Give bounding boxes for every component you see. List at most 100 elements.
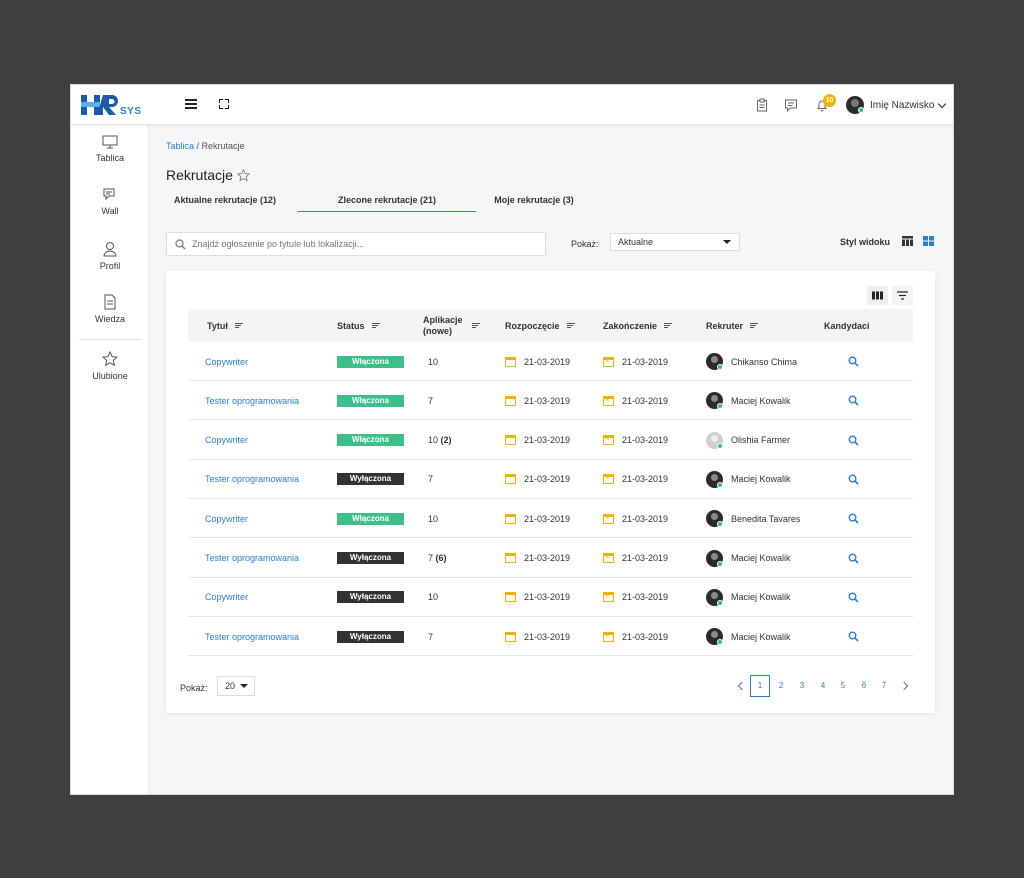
status-badge: Wyłączona — [337, 630, 404, 643]
job-title-link[interactable]: Tester oprogramowania — [205, 632, 299, 642]
cell-applications: 10 — [428, 578, 441, 617]
sort-icon — [664, 322, 673, 329]
table-row: Tester oprogramowania Włączona 7 21-03-201… — [188, 381, 913, 421]
calendar-icon — [505, 592, 516, 603]
online-status-dot — [717, 521, 723, 528]
search-candidates-icon[interactable] — [848, 592, 859, 603]
job-title-link[interactable]: Copywriter — [205, 435, 248, 445]
applications-count: 7 — [428, 553, 434, 563]
column-header-start[interactable]: Rozpoczęcie — [505, 309, 575, 342]
favorite-star-icon[interactable] — [236, 168, 250, 182]
search-box[interactable] — [166, 232, 546, 256]
applications-new: (6) — [435, 553, 447, 563]
tab-moje[interactable]: Moje rekrutacje (3) — [489, 192, 579, 212]
menu-toggle-icon[interactable] — [185, 99, 197, 109]
column-header-end[interactable]: Zakończenie — [603, 309, 673, 342]
column-label: Rozpoczęcie — [505, 320, 560, 331]
sidebar-item-profil[interactable]: Profil — [71, 241, 149, 271]
page-3[interactable]: 3 — [792, 675, 812, 697]
start-date: 21-03-2019 — [524, 553, 571, 563]
job-title-link[interactable]: Copywriter — [205, 357, 248, 367]
columns-button[interactable] — [867, 286, 888, 305]
column-header-title[interactable]: Tytuł — [207, 309, 243, 342]
page-7[interactable]: 7 — [874, 675, 894, 697]
page-2[interactable]: 2 — [771, 675, 791, 697]
search-candidates-icon[interactable] — [848, 513, 859, 524]
sort-icon — [566, 322, 575, 329]
cell-start: 21-03-2019 — [505, 539, 570, 578]
recruiter-name: Maciej Kowalik — [731, 553, 791, 563]
recruiter-name: Maciej Kowalik — [731, 592, 791, 603]
job-title-link[interactable]: Tester oprogramowania — [205, 553, 299, 563]
user-name: Imię Nazwisko — [870, 99, 935, 111]
job-title-link[interactable]: Copywriter — [205, 514, 248, 524]
search-input[interactable] — [192, 239, 522, 249]
search-candidates-icon[interactable] — [848, 553, 859, 564]
search-candidates-icon[interactable] — [848, 631, 859, 642]
recruiter-avatar — [706, 431, 723, 449]
page-5[interactable]: 5 — [833, 675, 853, 697]
job-title-link[interactable]: Tester oprogramowania — [205, 396, 299, 406]
logo[interactable]: SYS — [81, 93, 151, 117]
end-date: 21-03-2019 — [622, 592, 669, 603]
column-header-applications[interactable]: Aplikacje (nowe) — [423, 309, 485, 342]
fullscreen-icon[interactable] — [219, 99, 229, 109]
online-status-dot — [717, 639, 723, 646]
recruiter-name: Chikanso Chima — [731, 356, 798, 367]
status-badge: Włączona — [337, 355, 404, 368]
page-1[interactable]: 1 — [750, 675, 770, 697]
recruiter-name: Benedita Tavares — [731, 513, 801, 524]
table-row: Copywriter Wyłączona 10 21-03-2019 21-03-20… — [188, 578, 913, 617]
cell-title: Copywriter — [205, 421, 248, 460]
cell-recruiter: Maciej Kowalik — [706, 539, 791, 578]
sidebar-item-tablica[interactable]: Tablica — [71, 135, 149, 163]
cell-end: 21-03-2019 — [603, 460, 668, 499]
status-badge: Włączona — [337, 394, 404, 407]
online-status-dot — [717, 599, 723, 606]
breadcrumb: Tablica / Rekrutacje — [166, 141, 245, 151]
cell-status: Wyłączona — [337, 460, 404, 499]
cell-candidates — [848, 578, 859, 617]
tab-zlecone[interactable]: Zlecone rekrutacje (21) — [298, 192, 476, 212]
sidebar-item-wall[interactable]: Wall — [71, 188, 149, 216]
column-header-status[interactable]: Status — [337, 309, 380, 342]
search-candidates-icon[interactable] — [848, 356, 859, 367]
job-title-link[interactable]: Tester oprogramowania — [205, 474, 299, 484]
cell-recruiter: Benedita Tavares — [706, 499, 800, 538]
search-candidates-icon[interactable] — [848, 435, 859, 446]
calendar-icon — [505, 435, 516, 446]
tab-aktualne[interactable]: Aktualne rekrutacje (12) — [166, 192, 284, 212]
cell-status: Wyłączona — [337, 617, 404, 656]
page-title-text: Rekrutacje — [166, 167, 233, 183]
page-4[interactable]: 4 — [813, 675, 833, 697]
table-row: Tester oprogramowania Wyłączona 7 (6) 21-03… — [188, 539, 913, 578]
clipboard-icon[interactable] — [755, 98, 769, 112]
page-6[interactable]: 6 — [854, 675, 874, 697]
list-view-icon[interactable] — [902, 236, 913, 246]
next-page-icon[interactable] — [899, 681, 909, 691]
show-filter-select[interactable]: Aktualne — [610, 233, 740, 251]
page-size-label: Pokaż: — [180, 683, 208, 693]
applications-count: 10 — [428, 435, 439, 446]
search-candidates-icon[interactable] — [848, 395, 859, 406]
calendar-end-icon — [603, 591, 614, 603]
cell-status: Włączona — [337, 342, 404, 381]
sidebar-item-ulubione[interactable]: Ulubione — [71, 351, 149, 381]
applications-count: 7 — [428, 631, 434, 642]
start-date: 21-03-2019 — [524, 513, 571, 524]
cell-applications: 10 — [428, 499, 441, 538]
job-title-link[interactable]: Copywriter — [205, 592, 248, 602]
calendar-end-icon — [603, 356, 614, 367]
applications-count: 7 — [428, 474, 434, 485]
table-header: Tytuł Status Aplikacje (nowe) Rozpoczęci… — [188, 309, 913, 342]
chat-icon[interactable] — [784, 98, 798, 112]
prev-page-icon[interactable] — [737, 681, 747, 691]
grid-view-icon[interactable] — [923, 236, 934, 246]
user-menu[interactable]: Imię Nazwisko — [846, 95, 947, 115]
page-size-select[interactable]: 20 — [217, 676, 255, 696]
filter-button[interactable] — [892, 286, 913, 305]
breadcrumb-link-tablica[interactable]: Tablica — [166, 141, 194, 151]
column-header-recruiter[interactable]: Rekruter — [706, 309, 759, 342]
sidebar-item-wiedza[interactable]: Wiedza — [71, 294, 149, 324]
search-candidates-icon[interactable] — [848, 474, 859, 485]
